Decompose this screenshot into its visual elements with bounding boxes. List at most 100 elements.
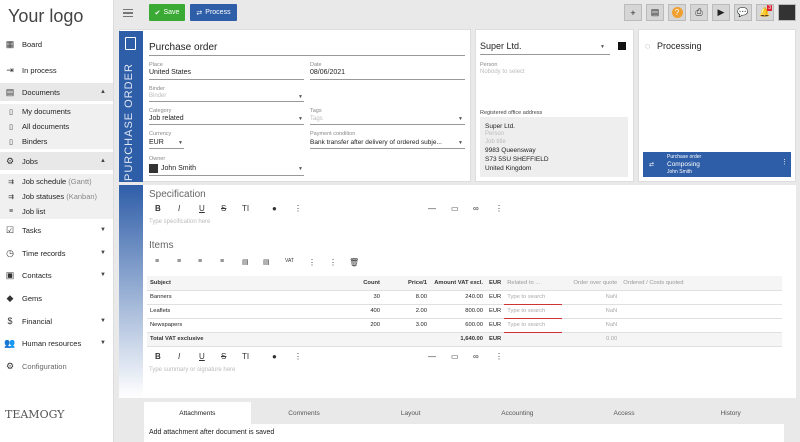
table-icon[interactable]: ▤	[242, 258, 249, 266]
table-total-row: Total VAT exclusive 1,640.00 EUR 0.00	[147, 332, 782, 347]
owner-select[interactable]: John Smith	[161, 165, 196, 172]
delete-row-icon[interactable]: ≡	[198, 258, 202, 265]
color-icon[interactable]: ●	[272, 204, 277, 213]
sidebar-item-binders[interactable]: ▯ Binders	[0, 134, 113, 149]
specification-title: Specification	[149, 189, 206, 200]
sidebar-item-gems[interactable]: ◆ Gems	[0, 289, 113, 307]
table-row[interactable]: Banners 30 8.00 240.00 EUR Type to searc…	[147, 290, 782, 305]
sidebar-item-jobs[interactable]: ⚙ Jobs ▲	[0, 152, 113, 170]
notes-icon[interactable]: ▤	[646, 4, 664, 21]
more-icon[interactable]: ⋮	[495, 204, 503, 213]
sidebar-item-board[interactable]: ▦ Board	[0, 35, 113, 53]
italic-icon[interactable]: I	[178, 352, 180, 361]
sidebar-item-my-documents[interactable]: ▯ My documents	[0, 104, 113, 119]
tags-select[interactable]: Tags	[310, 116, 323, 122]
sidebar-item-in-process[interactable]: ⇥ In process	[0, 61, 113, 79]
video-icon[interactable]: ▶	[712, 4, 730, 21]
table-row[interactable]: Leaflets 400 2.00 800.00 EUR Type to sea…	[147, 304, 782, 319]
image-icon[interactable]: ▭	[451, 352, 459, 361]
brand-logo: TEAMOGY	[5, 408, 65, 421]
edit-icon[interactable]	[618, 42, 626, 50]
gear-icon: ⚙	[5, 360, 15, 371]
trash-icon[interactable]: 🗑	[349, 258, 359, 267]
sidebar-item-job-statuses[interactable]: ⇉ Job statuses (Kanban)	[0, 189, 113, 204]
specification-editor[interactable]: Type specification here	[149, 219, 210, 225]
hr-icon[interactable]: —	[428, 352, 436, 361]
link-icon[interactable]: ∞	[473, 352, 479, 361]
image-icon[interactable]: ▭	[451, 204, 459, 213]
tab-attachments[interactable]: Attachments	[144, 402, 251, 424]
doc-title[interactable]: Purchase order	[149, 42, 217, 53]
tab-accounting[interactable]: Accounting	[464, 402, 571, 424]
bold-icon[interactable]: B	[155, 204, 161, 213]
sidebar-item-job-list[interactable]: ≡ Job list	[0, 204, 113, 219]
more-icon[interactable]: ⋮	[329, 258, 337, 267]
schedule-icon: ⇉	[8, 178, 14, 186]
sidebar-item-contacts[interactable]: ▣ Contacts ▼	[0, 266, 113, 284]
related-search[interactable]: Type to search	[504, 304, 563, 319]
more-icon[interactable]: ⋮	[308, 258, 316, 267]
category-select[interactable]: Job related	[149, 115, 184, 122]
date-field[interactable]: 08/06/2021	[310, 69, 345, 76]
chat-icon[interactable]: 💬	[734, 4, 752, 21]
help-icon[interactable]: ?	[668, 4, 686, 21]
tasks-icon: ☑	[5, 224, 15, 235]
save-button[interactable]: ✔ Save	[149, 4, 185, 21]
related-search[interactable]: Type to search	[504, 290, 563, 305]
person-select[interactable]: Nobody to select	[480, 69, 525, 75]
place-label: Place	[149, 62, 163, 68]
link-icon[interactable]: ∞	[473, 204, 479, 213]
menu-icon[interactable]	[123, 9, 133, 17]
color-icon[interactable]: ●	[272, 352, 277, 361]
bold-icon[interactable]: B	[155, 352, 161, 361]
related-search[interactable]: Type to search	[504, 318, 563, 333]
underline-icon[interactable]: U	[199, 352, 205, 361]
move-row-icon[interactable]: ≡	[220, 258, 224, 265]
tab-history[interactable]: History	[677, 402, 784, 424]
summary-editor[interactable]: Type summary or signature here	[149, 367, 235, 373]
strikethrough-icon[interactable]: S	[221, 352, 226, 361]
sidebar-item-job-schedule[interactable]: ⇉ Job schedule (Gantt)	[0, 174, 113, 189]
sidebar-item-tasks[interactable]: ☑ Tasks ▼	[0, 221, 113, 239]
sidebar-item-time-records[interactable]: ◷ Time records ▼	[0, 244, 113, 262]
tab-comments[interactable]: Comments	[251, 402, 358, 424]
payment-select[interactable]: Bank transfer after delivery of ordered …	[310, 139, 442, 146]
more-icon[interactable]: ⋮	[495, 352, 503, 361]
more-icon[interactable]: ⋮	[294, 204, 302, 213]
sidebar-item-configuration[interactable]: ⚙ Configuration	[0, 357, 113, 375]
insert-row-below-icon[interactable]: ≡	[177, 258, 181, 265]
italic-icon[interactable]: I	[178, 204, 180, 213]
more-icon[interactable]: ⋮	[294, 352, 302, 361]
sidebar-item-human-resources[interactable]: 👥 Human resources ▼	[0, 334, 113, 352]
sidebar-item-all-documents[interactable]: ▯ All documents	[0, 119, 113, 134]
sidebar-item-financial[interactable]: $ Financial ▼	[0, 312, 113, 330]
place-field[interactable]: United States	[149, 69, 191, 76]
sidebar-item-documents[interactable]: ▤ Documents ▲	[0, 83, 113, 101]
text-size-icon[interactable]: TI	[242, 204, 249, 213]
process-button[interactable]: ⇄ Process	[190, 4, 237, 21]
tab-access[interactable]: Access	[571, 402, 678, 424]
insert-row-above-icon[interactable]: ≡	[155, 258, 159, 265]
print-icon[interactable]: ⎙	[690, 4, 708, 21]
workflow-card[interactable]: ⇄ Purchase order Composing John Smith ⋮	[643, 152, 791, 177]
add-icon[interactable]: +	[624, 4, 642, 21]
hr-icon[interactable]: —	[428, 204, 436, 213]
address-person: Person	[485, 131, 505, 137]
bell-icon[interactable]: 🔔 3	[756, 4, 774, 21]
caret-down-icon: ▼	[458, 116, 463, 122]
address-job-title: Job title	[485, 139, 506, 145]
avatar[interactable]	[778, 4, 796, 21]
currency-select[interactable]: EUR	[149, 139, 164, 146]
vat-icon[interactable]: VAT	[285, 258, 294, 264]
table-icon[interactable]: ▤	[263, 258, 270, 266]
strikethrough-icon[interactable]: S	[221, 204, 226, 213]
company-select[interactable]: Super Ltd.	[480, 41, 522, 51]
caret-down-icon: ▼	[100, 340, 106, 346]
items-title: Items	[149, 240, 174, 251]
table-row[interactable]: Newspapers 200 3.00 600.00 EUR Type to s…	[147, 318, 782, 333]
underline-icon[interactable]: U	[199, 204, 205, 213]
text-size-icon[interactable]: TI	[242, 352, 249, 361]
tab-layout[interactable]: Layout	[357, 402, 464, 424]
more-icon[interactable]: ⋮	[781, 158, 788, 166]
binder-select[interactable]: Binder	[149, 93, 166, 99]
